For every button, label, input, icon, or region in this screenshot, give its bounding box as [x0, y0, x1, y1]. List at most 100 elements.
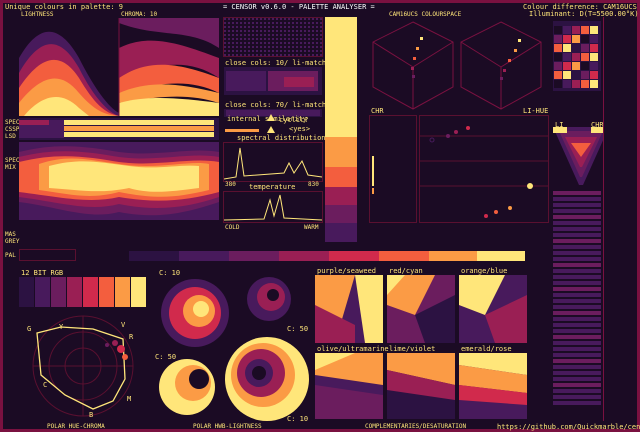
close-cols-2: close cols: 70/ li-match — [225, 101, 327, 109]
side-label-mix: MIX — [5, 164, 16, 171]
colour-grid[interactable] — [553, 21, 601, 91]
palette-bar — [553, 245, 601, 249]
github-link[interactable]: https://github.com/Quickmarble/censor — [497, 423, 640, 431]
complementaries-grid — [315, 275, 527, 419]
grid-swatch — [581, 80, 589, 88]
lightness-chroma-plot — [19, 18, 219, 116]
hue-letter-g: G — [27, 325, 32, 333]
palette-bar — [553, 335, 601, 339]
li-hue-points — [420, 126, 548, 218]
temperature-curve — [224, 194, 322, 221]
grid-swatch — [554, 80, 562, 88]
palette-bar — [553, 257, 601, 261]
palette-bar — [553, 389, 601, 393]
cyclic-label: cyclic? — [279, 116, 309, 124]
chroma-column-marks — [372, 156, 374, 194]
grid-swatch — [590, 35, 598, 43]
grid-swatch — [563, 62, 571, 70]
grid-swatch — [554, 71, 562, 79]
spectral-label: spectral distribution — [237, 134, 326, 142]
grid-swatch — [563, 71, 571, 79]
stripes-band — [19, 118, 219, 140]
rgb12-cell — [67, 277, 82, 307]
bit-rgb-label: 12 BIT RGB — [21, 269, 64, 277]
grid-swatch — [590, 80, 598, 88]
palette-bar — [553, 203, 601, 207]
grid-swatch — [590, 71, 598, 79]
temperature-label: temperature — [249, 183, 296, 191]
palette-bar — [553, 359, 601, 363]
comp-title-3: orange/blue — [461, 267, 508, 275]
grid-swatch — [563, 26, 571, 34]
palette-bar — [553, 395, 601, 399]
unique-colours-text: Unique colours in palette: 9 — [5, 3, 124, 11]
side-label-lsd: LSD — [5, 133, 16, 140]
grid-swatch — [563, 35, 571, 43]
grid-swatch — [581, 35, 589, 43]
palette-bar — [553, 323, 601, 327]
comp-title-2: red/cyan — [389, 267, 423, 275]
palette-name-field[interactable] — [19, 249, 76, 261]
rgb12-cell — [131, 277, 146, 307]
palette-bar — [553, 209, 601, 213]
palette-bar — [553, 215, 601, 219]
palette-bar — [553, 287, 601, 291]
grid-swatch — [554, 44, 562, 52]
palette-bar — [553, 275, 601, 279]
grid-swatch — [554, 62, 562, 70]
side-label-grey: GREY — [5, 238, 20, 245]
polar-hwb-circles — [159, 277, 309, 421]
rgb12-strip — [19, 277, 146, 307]
polar-hwb-label: POLAR HWB-LIGHTNESS — [193, 423, 262, 430]
rgb12-cell — [35, 277, 50, 307]
temp-max: WARM — [304, 224, 319, 231]
grid-swatch — [581, 26, 589, 34]
close-cols-1: close cols: 10/ li-match — [225, 59, 327, 67]
palette-bar — [553, 239, 601, 243]
grid-swatch — [572, 71, 580, 79]
spectral-min: 380 — [225, 181, 236, 188]
palette-bar — [553, 365, 601, 369]
hue-letter-b: B — [89, 411, 94, 419]
palette-bar — [553, 197, 601, 201]
palette-bar — [553, 227, 601, 231]
grid-swatch — [554, 35, 562, 43]
palette-bar — [553, 263, 601, 267]
palette-bar — [553, 371, 601, 375]
hue-letter-v: V — [121, 321, 126, 329]
grid-swatch — [590, 62, 598, 70]
palette-strip[interactable] — [79, 251, 525, 261]
palette-bar — [553, 341, 601, 345]
rgb12-cell — [83, 277, 98, 307]
grid-swatch — [590, 53, 598, 61]
palette-bars — [553, 191, 601, 405]
palette-bar — [553, 347, 601, 351]
palette-bar — [553, 377, 601, 381]
palette-bar — [553, 221, 601, 225]
spectral-max: 830 — [308, 181, 319, 188]
palette-bar — [553, 281, 601, 285]
grid-swatch — [581, 71, 589, 79]
cyclic-answer[interactable]: <yes> — [289, 125, 310, 133]
temperature-plot — [223, 191, 323, 223]
grid-swatch — [554, 53, 562, 61]
censor-window: Unique colours in palette: 9 = CENSOR v0… — [0, 0, 640, 432]
grid-swatch — [590, 44, 598, 52]
polar-hue-chroma-label: POLAR HUE-CHROMA — [47, 423, 105, 430]
grid-swatch — [563, 53, 571, 61]
hue-letter-r: R — [129, 333, 134, 341]
polar-hue-chroma — [32, 315, 134, 417]
palette-bar — [553, 251, 601, 255]
right-vertical-panel — [603, 17, 635, 421]
hue-letter-m: M — [127, 395, 132, 403]
app-title: = CENSOR v0.6.0 - PALETTE ANALYSER = — [223, 3, 375, 11]
temp-min: COLD — [225, 224, 240, 231]
grid-swatch — [572, 35, 580, 43]
warning-icon-2 — [267, 126, 275, 133]
cam-colourspace — [368, 17, 548, 113]
palette-bar — [553, 293, 601, 297]
hue-bands-plot — [19, 142, 219, 220]
dot-grid — [224, 18, 322, 56]
rgb12-cell — [99, 277, 114, 307]
palette-bar — [553, 305, 601, 309]
